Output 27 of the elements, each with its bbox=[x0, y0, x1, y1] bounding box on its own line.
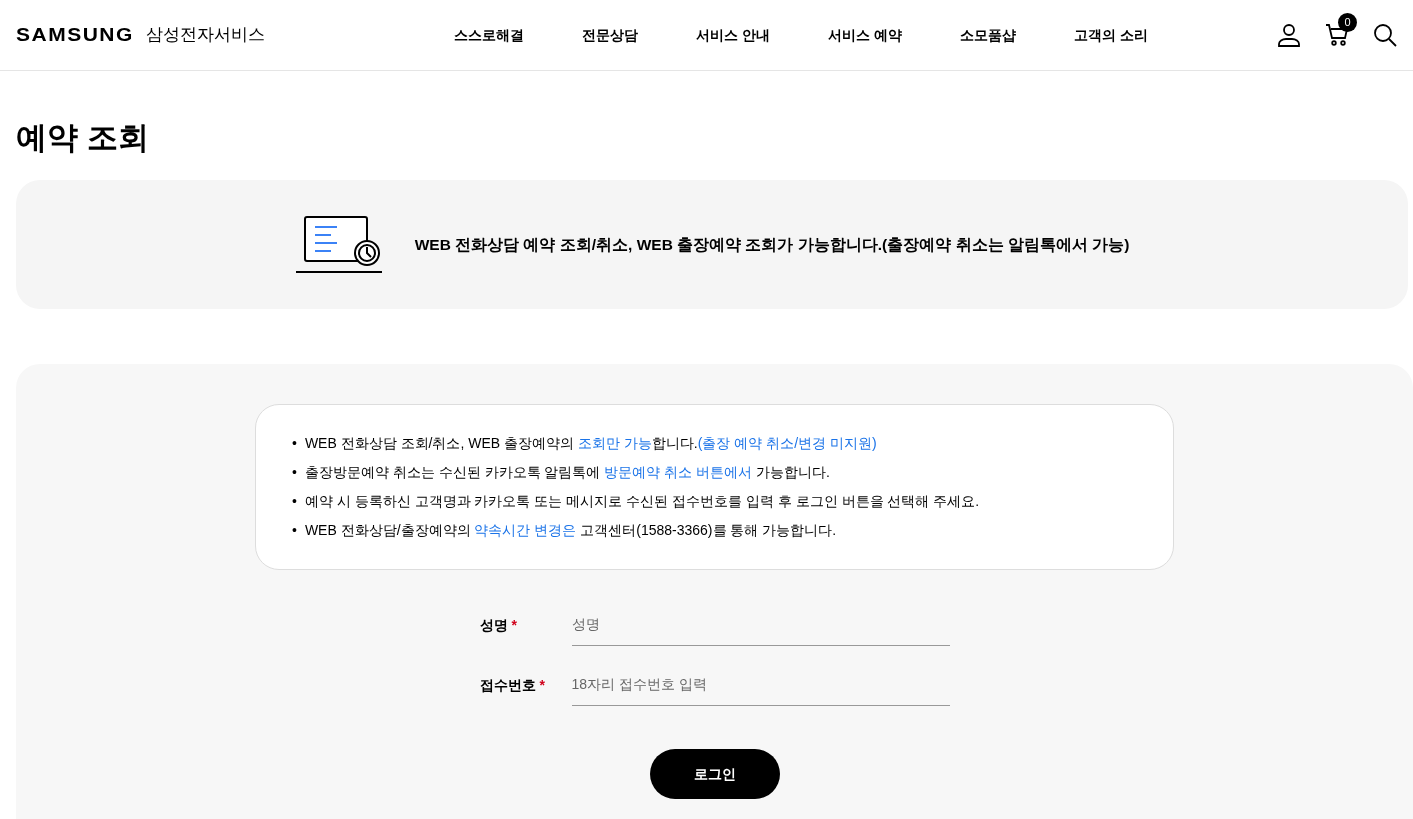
bullet-mark: • bbox=[292, 463, 297, 483]
nav-link[interactable]: 스스로해결 bbox=[454, 24, 525, 46]
nav-link[interactable]: 전문상담 bbox=[582, 24, 639, 46]
bullet-mark: • bbox=[292, 521, 297, 541]
note-text: 출장방문예약 취소는 수신된 카카오톡 알림톡에 방문예약 취소 버튼에서 가능합니다. bbox=[304, 463, 830, 483]
input-field[interactable]: 성명 bbox=[571, 604, 950, 647]
note-text: WEB 전화상담 조회/취소, WEB 출장예약의 조회만 가능합니다.(출장 예약 취소/변경 미지원) bbox=[304, 434, 877, 454]
laptop-clock-icon bbox=[294, 214, 383, 275]
site-name: 삼성전자서비스 bbox=[145, 24, 265, 47]
cart-count-badge: 0 bbox=[1338, 13, 1357, 32]
nav-link[interactable]: 고객의 소리 bbox=[1073, 24, 1148, 46]
bullet-mark: • bbox=[292, 492, 297, 512]
nav-link[interactable]: 서비스 안내 bbox=[696, 24, 770, 46]
nav-link[interactable]: 서비스 예약 bbox=[827, 24, 902, 46]
search-icon[interactable] bbox=[1373, 23, 1397, 47]
login-button[interactable]: 로그인 bbox=[649, 749, 780, 800]
banner-text: WEB 전화상담 예약 조회/취소, WEB 출장예약 조회가 가능합니다.(출장예약 취소는 알림톡에서 가능) bbox=[414, 235, 1130, 256]
page-title: 예약 조회 bbox=[16, 119, 150, 157]
logo[interactable]: SAMSUNG bbox=[16, 20, 134, 50]
note-text: 예약 시 등록하신 고객명과 카카오톡 또는 메시지로 수신된 접수번호를 입력 후 로그인 버튼을 선택해 주세요. bbox=[304, 492, 980, 512]
nav-link[interactable]: 소모품샵 bbox=[959, 24, 1016, 46]
note-text: WEB 전화상담/출장예약의 약속시간 변경은 고객센터(1588-3366)를 통해 가능합니다. bbox=[304, 521, 837, 541]
user-icon[interactable] bbox=[1277, 23, 1301, 47]
field-label: 접수번호 * bbox=[479, 675, 546, 695]
field-label: 성명 * bbox=[479, 615, 518, 635]
bullet-mark: • bbox=[292, 434, 297, 454]
input-field[interactable]: 18자리 접수번호 입력 bbox=[571, 664, 950, 707]
